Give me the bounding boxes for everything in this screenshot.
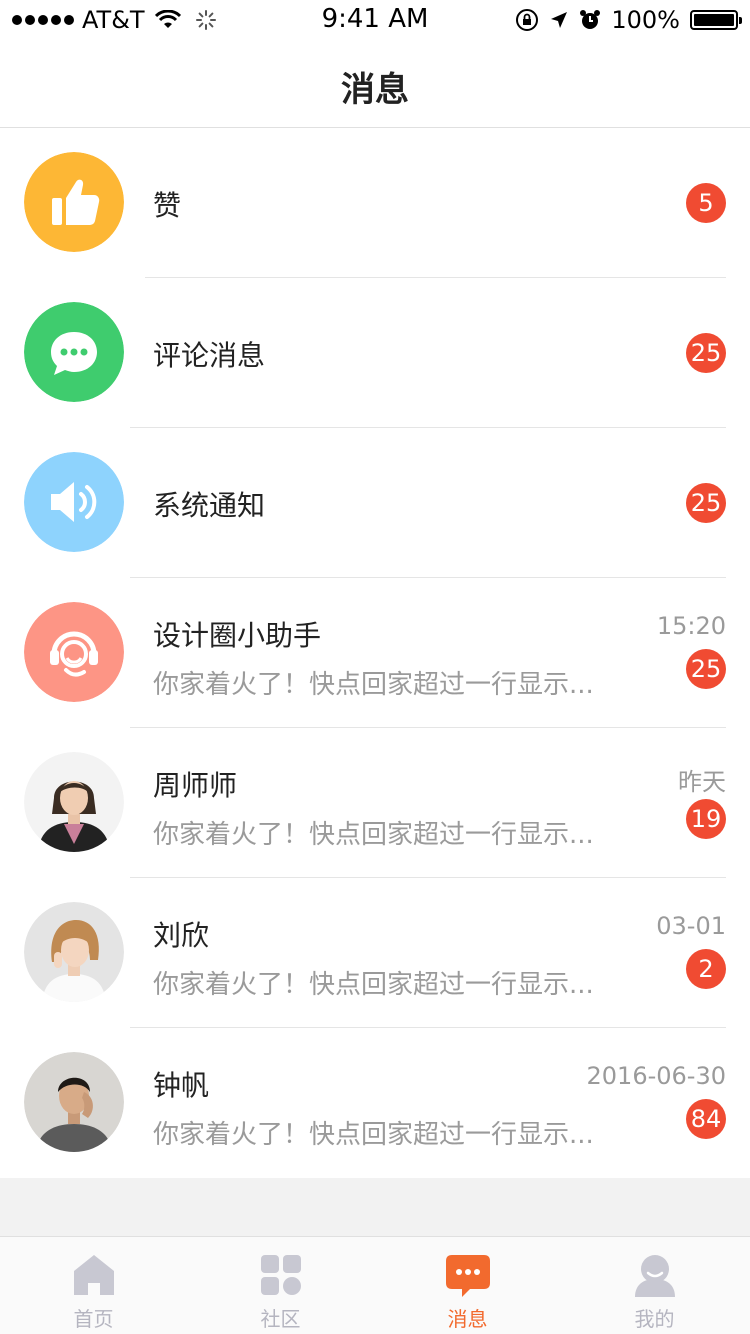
tab-label: 社区 [260,1307,301,1331]
item-preview: 你家着火了！快点回家超过一行显示... [153,1120,594,1150]
item-time: 15:20 [656,612,726,640]
list-item-contact[interactable]: 钟帆 你家着火了！快点回家超过一行显示... 2016-06-30 84 [0,1028,750,1178]
likes-avatar [24,152,124,252]
tab-label: 首页 [73,1307,114,1331]
rotation-lock-icon [516,9,539,31]
avatar [24,752,124,852]
list-item-assistant[interactable]: 设计圈小助手 你家着火了！快点回家超过一行显示... 15:20 25 [0,578,750,728]
item-time: 03-01 [656,912,726,940]
navigation-bar: 消息 [0,40,750,128]
item-preview: 你家着火了！快点回家超过一行显示... [153,970,594,1000]
message-icon [445,1255,490,1297]
list-item-likes[interactable]: 赞 5 [0,128,750,278]
unread-badge: 2 [686,949,726,989]
tab-profile[interactable]: 我的 [561,1237,748,1334]
unread-badge: 25 [686,483,726,523]
item-preview: 你家着火了！快点回家超过一行显示... [153,670,594,700]
location-icon [551,12,568,28]
alarm-icon [580,10,601,29]
item-title: 刘欣 [153,919,210,952]
battery-icon [690,10,742,30]
avatar [24,902,124,1002]
community-icon [260,1255,301,1295]
unread-badge: 84 [686,1099,726,1139]
tab-messages[interactable]: 消息 [374,1237,561,1334]
tab-label: 消息 [447,1307,488,1331]
comments-avatar [24,302,124,402]
avatar [24,1052,124,1152]
item-title: 周师师 [153,769,238,802]
status-bar: AT&T 9:41 AM 100% [0,0,750,40]
unread-badge: 5 [686,183,726,223]
item-title: 赞 [153,189,182,222]
page-title: 消息 [341,70,409,110]
profile-icon [634,1255,675,1297]
item-preview: 你家着火了！快点回家超过一行显示... [153,820,594,850]
unread-badge: 25 [686,649,726,689]
battery-percent: 100% [611,6,680,34]
home-icon [73,1255,114,1295]
list-item-system-notice[interactable]: 系统通知 25 [0,428,750,578]
unread-badge: 19 [686,799,726,839]
item-time: 2016-06-30 [586,1062,726,1090]
status-right: 100% [515,6,742,34]
item-title: 系统通知 [153,489,266,522]
tab-label: 我的 [634,1307,675,1331]
tab-bar: 首页 社区 消息 我的 [0,1236,750,1334]
list-item-comments[interactable]: 评论消息 25 [0,278,750,428]
item-title: 评论消息 [153,339,266,372]
item-title: 钟帆 [153,1069,210,1102]
item-title: 设计圈小助手 [153,619,322,652]
list-item-contact[interactable]: 周师师 你家着火了！快点回家超过一行显示... 昨天 19 [0,728,750,878]
tab-community[interactable]: 社区 [187,1237,374,1334]
tab-home[interactable]: 首页 [0,1237,187,1334]
notice-avatar [24,452,124,552]
unread-badge: 25 [686,333,726,373]
message-list: 赞 5 评论消息 25 系统通知 25 设计圈小助手 你家着火了！快点回家超过一… [0,128,750,1178]
assistant-avatar [24,602,124,702]
list-item-contact[interactable]: 刘欣 你家着火了！快点回家超过一行显示... 03-01 2 [0,878,750,1028]
item-time: 昨天 [678,768,726,796]
